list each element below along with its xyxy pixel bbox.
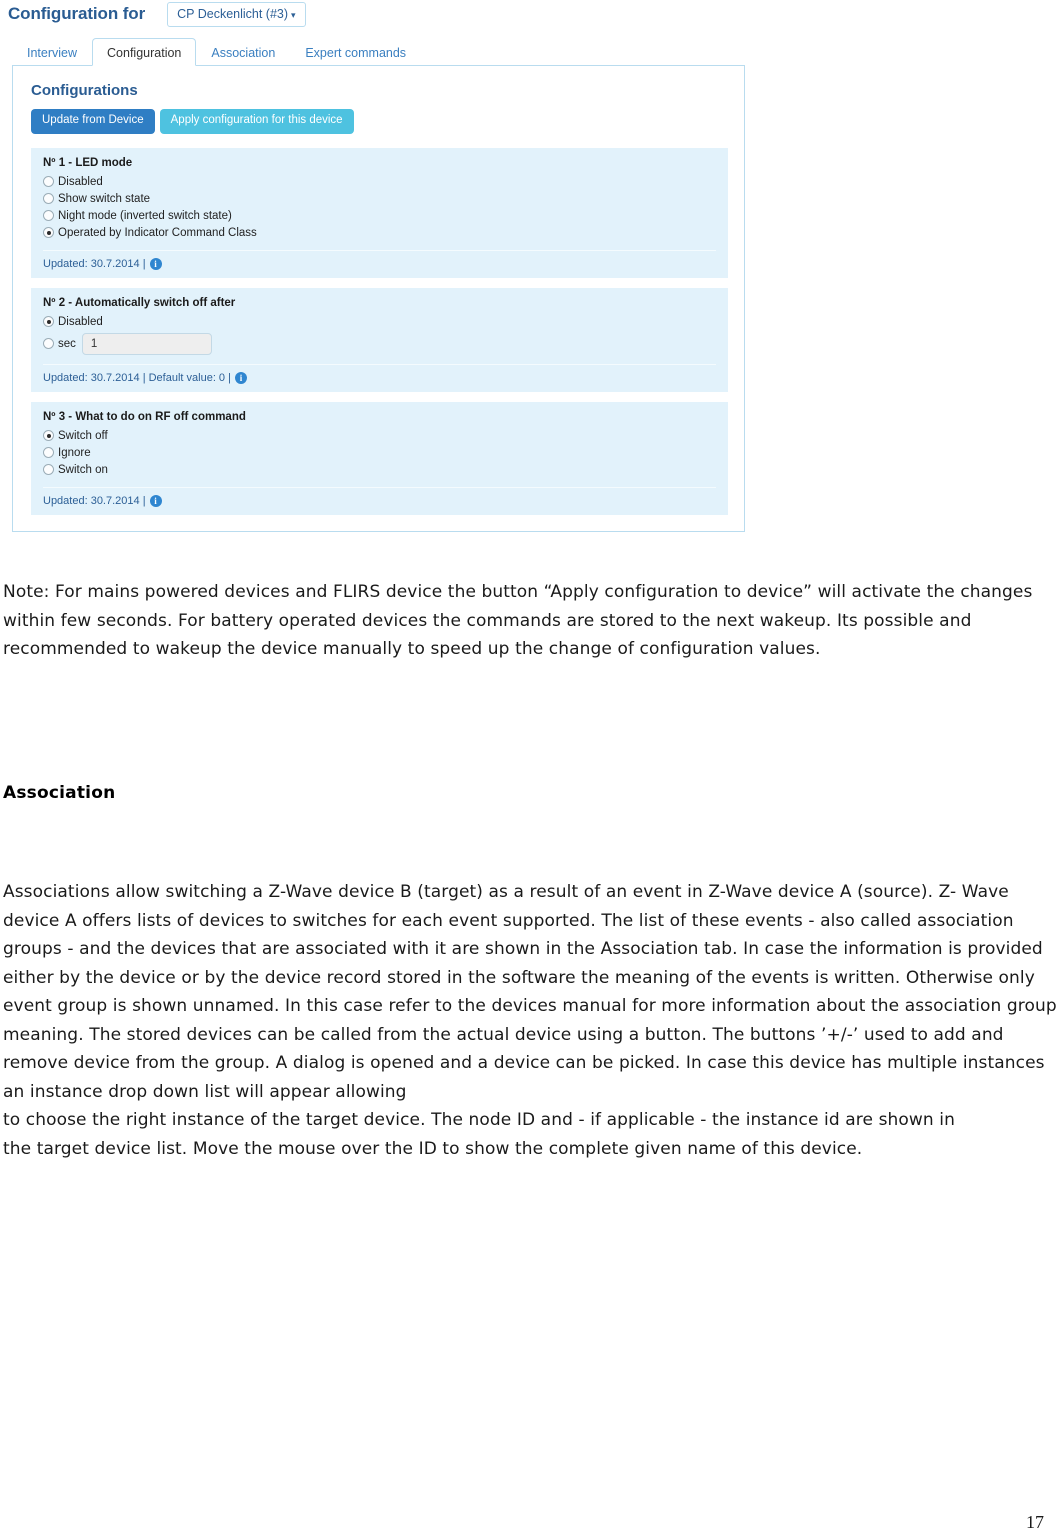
option-label: Ignore	[58, 446, 91, 459]
info-icon[interactable]: i	[149, 494, 162, 507]
app-header: Configuration for CP Deckenlicht (#3) ▾	[8, 0, 306, 28]
option-label: Switch on	[58, 463, 108, 476]
tab-interview[interactable]: Interview	[12, 38, 92, 65]
note-paragraph: Note: For mains powered devices and FLIR…	[3, 582, 1033, 659]
configuration-panel: Configurations Update from Device Apply …	[12, 66, 745, 532]
embedded-app-screenshot: Configuration for CP Deckenlicht (#3) ▾ I…	[0, 0, 760, 532]
config-block-2-title: Nº 2 - Automatically switch off after	[43, 296, 236, 309]
config-3-option-switch-off[interactable]: Switch off	[43, 428, 716, 444]
radio-icon-selected[interactable]	[43, 227, 54, 238]
updated-text: Updated: 30.7.2014 |	[43, 494, 146, 507]
config-1-option-disabled[interactable]: Disabled	[43, 174, 716, 190]
tab-association[interactable]: Association	[196, 38, 290, 65]
chevron-down-icon: ▾	[291, 9, 296, 20]
config-2-seconds-row: sec	[43, 332, 716, 355]
config-block-1: Nº 1 - LED mode Disabled Show switch sta…	[31, 147, 728, 278]
tab-configuration[interactable]: Configuration	[92, 38, 197, 66]
radio-icon-selected[interactable]	[43, 430, 54, 441]
update-from-device-button[interactable]: Update from Device	[31, 109, 155, 134]
info-icon[interactable]: i	[149, 257, 162, 270]
page-number: 17	[1026, 1512, 1044, 1532]
config-block-3: Nº 3 - What to do on RF off command Swit…	[31, 401, 728, 515]
association-heading: Association	[3, 783, 116, 803]
option-label: Disabled	[58, 175, 103, 188]
config-block-3-title: Nº 3 - What to do on RF off command	[43, 410, 246, 423]
option-label: Show switch state	[58, 192, 151, 205]
option-label: Operated by Indicator Command Class	[58, 226, 257, 239]
divider	[43, 486, 716, 488]
info-icon[interactable]: i	[234, 371, 247, 384]
config-block-1-footer: Updated: 30.7.2014 | i	[43, 257, 716, 270]
updated-text: Updated: 30.7.2014 | Default value: 0 |	[43, 371, 231, 384]
config-block-1-title: Nº 1 - LED mode	[43, 156, 133, 169]
apply-configuration-button[interactable]: Apply configuration for this device	[159, 109, 354, 134]
config-1-option-night-mode[interactable]: Night mode (inverted switch state)	[43, 208, 716, 224]
config-1-option-show-switch-state[interactable]: Show switch state	[43, 191, 716, 207]
tab-bar: Interview Configuration Association Expe…	[12, 38, 745, 66]
radio-icon[interactable]	[43, 176, 54, 187]
option-label: Night mode (inverted switch state)	[58, 209, 232, 222]
radio-icon[interactable]	[43, 193, 54, 204]
configuration-action-buttons: Update from Device Apply configuration f…	[31, 109, 726, 134]
seconds-value-input[interactable]	[81, 332, 212, 355]
config-2-option-disabled[interactable]: Disabled	[43, 314, 716, 330]
divider	[43, 249, 716, 251]
config-block-2-footer: Updated: 30.7.2014 | Default value: 0 | …	[43, 371, 716, 384]
config-block-2: Nº 2 - Automatically switch off after Di…	[31, 287, 728, 392]
option-label: Switch off	[58, 429, 108, 442]
seconds-unit-label: sec	[58, 337, 76, 350]
option-label: Disabled	[58, 315, 103, 328]
configurations-heading: Configurations	[31, 82, 138, 99]
config-3-option-ignore[interactable]: Ignore	[43, 445, 716, 461]
config-block-3-footer: Updated: 30.7.2014 | i	[43, 494, 716, 507]
radio-icon[interactable]	[43, 447, 54, 458]
radio-icon[interactable]	[43, 464, 54, 475]
device-selector-dropdown[interactable]: CP Deckenlicht (#3) ▾	[167, 1, 306, 27]
page-title: Configuration for	[8, 4, 146, 23]
config-3-option-switch-on[interactable]: Switch on	[43, 462, 716, 478]
updated-text: Updated: 30.7.2014 |	[43, 257, 146, 270]
config-1-option-indicator-command-class[interactable]: Operated by Indicator Command Class	[43, 225, 716, 241]
tab-expert-commands[interactable]: Expert commands	[290, 38, 421, 65]
device-selector-label: CP Deckenlicht (#3)	[177, 6, 289, 21]
radio-icon[interactable]	[43, 338, 54, 349]
radio-icon-selected[interactable]	[43, 316, 54, 327]
association-paragraph: Associations allow switching a Z-Wave de…	[3, 882, 1057, 1159]
divider	[43, 363, 716, 365]
radio-icon[interactable]	[43, 210, 54, 221]
